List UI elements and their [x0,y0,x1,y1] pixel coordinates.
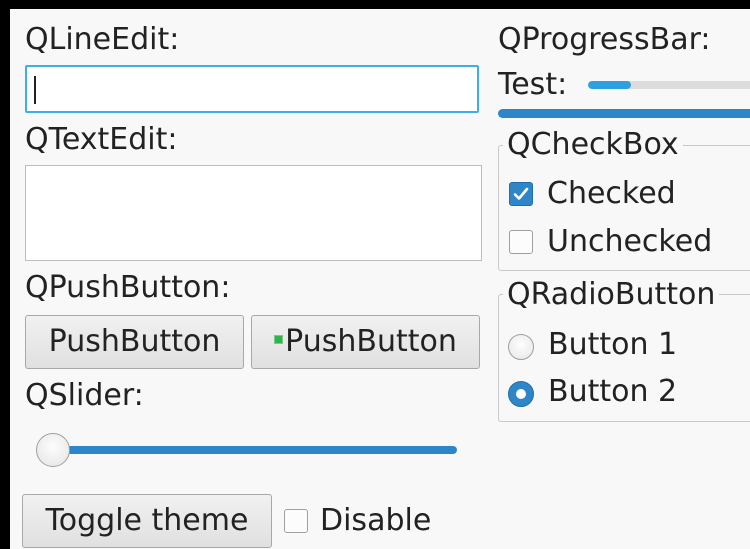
slider-handle[interactable] [36,433,70,467]
text-edit-area[interactable] [25,165,482,261]
toggle-theme-label: Toggle theme [45,503,249,538]
radio-button-2[interactable] [508,381,534,407]
line-edit-input[interactable] [25,65,479,113]
push-button-2[interactable]: PushButton [251,315,480,369]
checkbox-group-title: QCheckBox [503,127,683,163]
radio-group-title: QRadioButton [503,277,720,313]
checkbox-checked-label: Checked [547,176,676,211]
small-green-icon [274,335,284,344]
progress-test-label: Test: [498,67,568,102]
radio-button-1-label: Button 1 [548,327,678,362]
small-progress-bar [588,81,750,89]
slider-groove[interactable] [52,446,457,454]
textedit-label: QTextEdit: [25,122,178,157]
checkmark-icon [513,187,529,200]
checkbox-unchecked[interactable] [509,230,533,254]
progressbar-label: QProgressBar: [498,22,711,57]
pushbutton-label: QPushButton: [25,270,231,305]
toggle-theme-button[interactable]: Toggle theme [22,494,272,548]
small-progress-fill [588,81,631,89]
big-progress-bar [498,109,750,118]
slider-label: QSlider: [25,378,144,413]
checkbox-checked[interactable] [509,182,533,206]
text-caret [34,76,36,104]
disable-checkbox[interactable] [284,509,308,533]
push-button-1-label: PushButton [48,324,221,359]
lineedit-label: QLineEdit: [25,22,180,57]
radio-button-1[interactable] [508,334,534,360]
push-button-2-label: PushButton [285,324,457,359]
push-button-1[interactable]: PushButton [25,315,244,369]
app-window: QLineEdit: QTextEdit: QPushButton: PushB… [10,9,750,549]
radio-button-2-label: Button 2 [548,374,678,409]
disable-label: Disable [320,503,432,538]
checkbox-unchecked-label: Unchecked [547,224,713,259]
